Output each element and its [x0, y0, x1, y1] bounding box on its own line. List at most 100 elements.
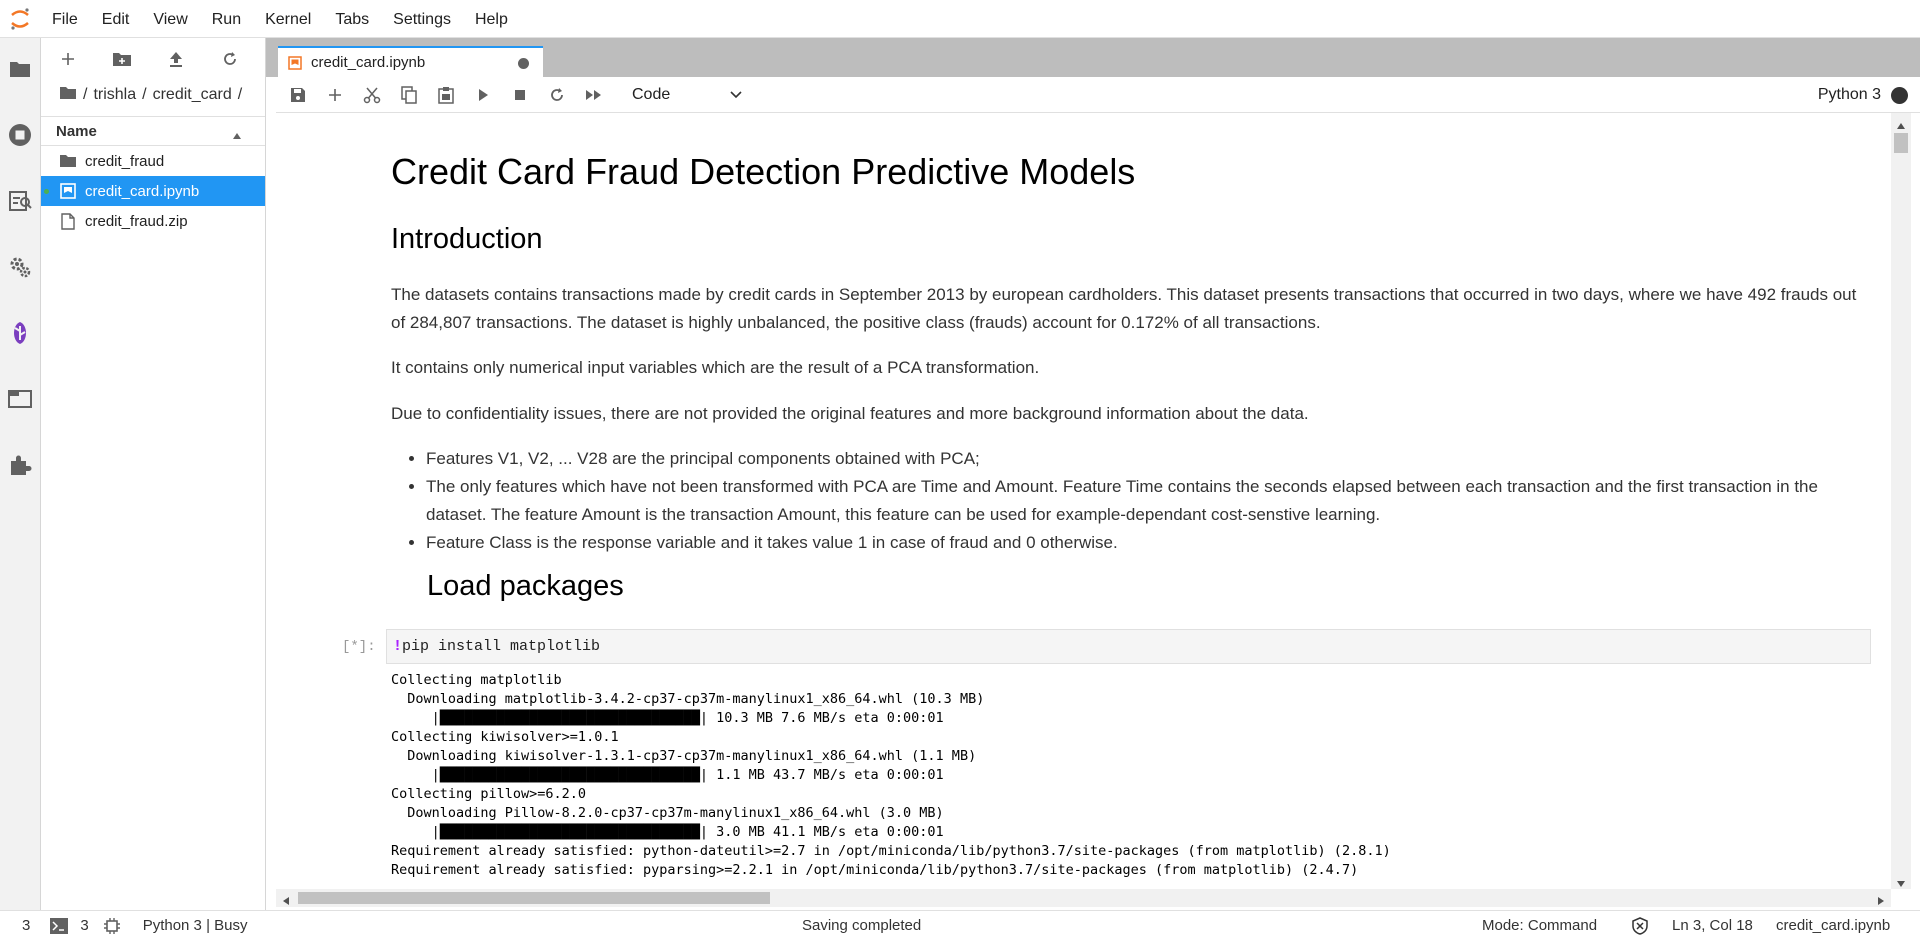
output-line: Requirement already satisfied: pyparsing… — [391, 862, 1359, 878]
file-item-credit-fraud-zip[interactable]: credit_fraud.zip — [41, 206, 265, 236]
chevron-down-icon — [730, 86, 742, 104]
vertical-scroll-thumb[interactable] — [1894, 133, 1908, 153]
code-bang: ! — [393, 638, 403, 655]
file-browser-panel: / trishla / credit_card / Name credit_fr… — [41, 38, 266, 910]
home-folder-icon[interactable] — [59, 86, 77, 105]
intro-paragraph-2: It contains only numerical input variabl… — [391, 358, 1040, 377]
features-list: Features V1, V2, ... V28 are the princip… — [391, 445, 1871, 557]
file-name: credit_fraud — [85, 152, 165, 170]
menu-run[interactable]: Run — [200, 0, 253, 38]
output-line: |████████████████████████████████| 10.3 … — [391, 710, 944, 726]
load-packages-heading: Load packages — [427, 570, 624, 602]
breadcrumb-trishla[interactable]: trishla — [93, 86, 136, 104]
copy-button[interactable] — [390, 79, 427, 111]
git-icon[interactable] — [6, 319, 34, 347]
new-folder-button[interactable] — [95, 38, 149, 80]
menu-tabs[interactable]: Tabs — [323, 0, 381, 38]
cursor-position[interactable]: Ln 3, Col 18 — [1672, 917, 1753, 934]
menu-edit[interactable]: Edit — [90, 0, 142, 38]
output-line: Requirement already satisfied: python-da… — [391, 843, 1391, 859]
paste-button[interactable] — [427, 79, 464, 111]
kernel-name: Python 3 — [1817, 86, 1881, 103]
tab-credit-card-ipynb[interactable]: credit_card.ipynb — [278, 46, 543, 77]
kernel-status[interactable]: Python 3 | Busy — [143, 917, 248, 934]
menu-file[interactable]: File — [40, 0, 90, 38]
output-line: |████████████████████████████████| 3.0 M… — [391, 824, 944, 840]
scroll-right-icon[interactable] — [1877, 893, 1885, 911]
commands-icon[interactable] — [6, 187, 34, 215]
kernel-sessions-icon[interactable] — [103, 917, 121, 935]
menu-view[interactable]: View — [141, 0, 199, 38]
file-icon — [59, 212, 77, 230]
save-button[interactable] — [279, 79, 316, 111]
notebook-toolbar: Code Python 3 — [276, 77, 1920, 113]
folder-icon[interactable] — [6, 55, 34, 83]
breadcrumb-credit-card[interactable]: credit_card — [153, 86, 232, 104]
intro-paragraph-3: Due to confidentiality issues, there are… — [391, 404, 1309, 423]
code-text: pip install matplotlib — [402, 638, 601, 655]
menu-help[interactable]: Help — [463, 0, 520, 38]
output-line: Downloading matplotlib-3.4.2-cp37-cp37m-… — [391, 691, 985, 707]
upload-button[interactable] — [149, 38, 203, 80]
extensions-icon[interactable] — [6, 451, 34, 479]
scroll-left-icon[interactable] — [282, 893, 290, 911]
vertical-scrollbar[interactable] — [1891, 113, 1911, 889]
code-cell-editor[interactable]: !pip install matplotlib — [386, 629, 1871, 664]
introduction-heading: Introduction — [391, 223, 543, 255]
running-indicator — [44, 189, 49, 194]
current-filename: credit_card.ipynb — [1776, 917, 1891, 934]
terminal-icon[interactable] — [50, 917, 69, 934]
file-name: credit_card.ipynb — [85, 182, 200, 200]
unsaved-indicator-icon[interactable] — [518, 58, 529, 69]
run-cell-button[interactable] — [464, 79, 501, 111]
output-line: |████████████████████████████████| 1.1 M… — [391, 767, 944, 783]
cell-prompt: [*]: — [342, 639, 376, 655]
notebook-content[interactable]: Credit Card Fraud Detection Predictive M… — [276, 113, 1891, 889]
mode-status[interactable]: Mode: Command — [1482, 917, 1597, 934]
file-item-credit-card-ipynb[interactable]: credit_card.ipynb — [41, 176, 265, 206]
refresh-button[interactable] — [203, 38, 257, 80]
cell-type-dropdown[interactable]: Code — [632, 86, 742, 104]
list-item: Feature Class is the response variable a… — [426, 529, 1871, 557]
breadcrumb-separator: / — [83, 86, 88, 103]
status-bar: 3 3 Python 3 | Busy Saving completed Mod… — [0, 910, 1920, 940]
output-line: Downloading Pillow-8.2.0-cp37-cp37m-many… — [391, 805, 944, 821]
status-count[interactable]: 3 — [22, 917, 30, 934]
intro-paragraph-1: The datasets contains transactions made … — [391, 285, 1857, 332]
restart-kernel-button[interactable] — [538, 79, 575, 111]
trusted-notebook-icon[interactable] — [1631, 917, 1649, 939]
menu-settings[interactable]: Settings — [381, 0, 463, 38]
horizontal-scroll-thumb[interactable] — [298, 892, 770, 904]
left-sidebar — [0, 38, 41, 910]
name-column-label: Name — [56, 122, 97, 140]
output-line: Collecting pillow>=6.2.0 — [391, 786, 587, 802]
file-name: credit_fraud.zip — [85, 212, 188, 230]
gears-icon[interactable] — [6, 253, 34, 281]
scroll-down-icon[interactable] — [1896, 875, 1906, 893]
kernel-indicator[interactable]: Python 3 — [1818, 77, 1908, 113]
interrupt-kernel-button[interactable] — [501, 79, 538, 111]
status-count[interactable]: 3 — [80, 917, 88, 934]
menu-kernel[interactable]: Kernel — [253, 0, 323, 38]
menu-bar: File Edit View Run Kernel Tabs Settings … — [0, 0, 1920, 38]
breadcrumb-separator: / — [142, 86, 147, 103]
file-browser-toolbar — [41, 38, 265, 80]
file-item-credit-fraud[interactable]: credit_fraud — [41, 146, 265, 176]
restart-run-all-button[interactable] — [575, 79, 612, 111]
horizontal-scrollbar[interactable] — [276, 889, 1891, 907]
output-line: Downloading kiwisolver-1.3.1-cp37-cp37m-… — [391, 748, 977, 764]
new-launcher-button[interactable] — [41, 38, 95, 80]
cut-button[interactable] — [353, 79, 390, 111]
notebook-title: Credit Card Fraud Detection Predictive M… — [391, 151, 1136, 192]
name-column-header[interactable]: Name — [41, 116, 265, 146]
running-icon[interactable] — [6, 121, 34, 149]
list-item: The only features which have not been tr… — [426, 473, 1871, 529]
notebook-icon — [288, 55, 302, 70]
tabs-icon[interactable] — [6, 385, 34, 413]
insert-cell-button[interactable] — [316, 79, 353, 111]
jupyter-logo-icon[interactable] — [0, 0, 40, 38]
breadcrumb: / trishla / credit_card / — [41, 80, 265, 110]
output-line: Collecting kiwisolver>=1.0.1 — [391, 729, 619, 745]
sort-ascending-icon — [232, 127, 242, 144]
folder-icon — [59, 152, 77, 170]
